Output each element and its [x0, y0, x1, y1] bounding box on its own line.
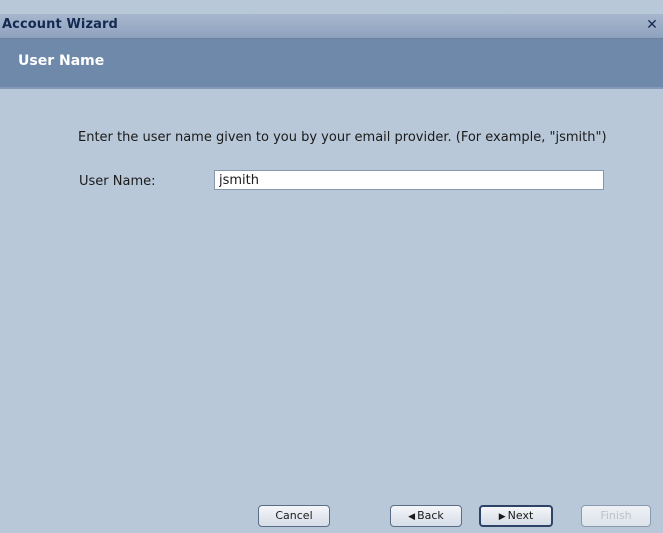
next-arrow-icon: ▶: [498, 512, 506, 522]
back-button[interactable]: ◀ Back: [390, 505, 462, 527]
back-arrow-icon: ◀: [408, 512, 416, 522]
window-title: Account Wizard: [2, 17, 118, 32]
username-label: User Name:: [79, 174, 156, 189]
next-button[interactable]: ▶ Next: [479, 505, 553, 527]
close-icon[interactable]: ✕: [645, 17, 659, 33]
cancel-button[interactable]: Cancel: [258, 505, 330, 527]
page-title: User Name: [18, 53, 105, 69]
instruction-text: Enter the user name given to you by your…: [78, 130, 607, 145]
back-button-label: Back: [417, 509, 444, 522]
finish-button[interactable]: Finish: [581, 505, 651, 527]
wizard-page-header: User Name: [0, 39, 663, 89]
title-bar[interactable]: Account Wizard ✕: [0, 14, 663, 39]
cancel-button-label: Cancel: [275, 509, 313, 522]
account-wizard-window: Account Wizard ✕ User Name Enter the use…: [0, 0, 663, 533]
finish-button-label: Finish: [600, 509, 632, 522]
next-button-label: Next: [507, 509, 534, 522]
username-input[interactable]: [214, 170, 604, 190]
